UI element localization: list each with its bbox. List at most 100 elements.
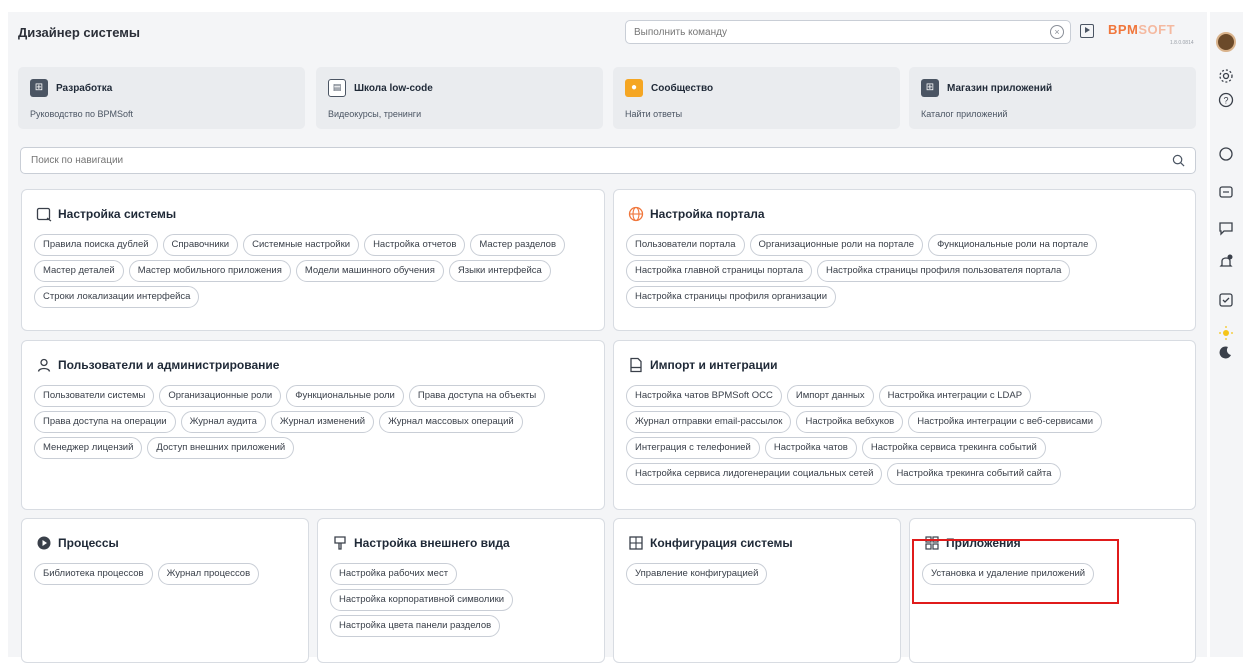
chip-link[interactable]: Функциональные роли на портале (928, 234, 1098, 256)
card-title: Конфигурация системы (650, 536, 793, 550)
card-configuration: Конфигурация системы Управление конфигур… (613, 518, 901, 663)
card-title: Импорт и интеграции (650, 358, 778, 372)
chip-link[interactable]: Системные настройки (243, 234, 360, 256)
window-icon (36, 207, 52, 222)
card-title: Настройка внешнего вида (354, 536, 510, 550)
user-icon (37, 358, 51, 372)
chip-link[interactable]: Настройка страницы профиля пользователя … (817, 260, 1071, 282)
chip-link[interactable]: Журнал аудита (180, 411, 266, 433)
navigation-search[interactable] (20, 147, 1196, 174)
chip-link[interactable]: Настройка сервиса лидогенерации социальн… (626, 463, 883, 485)
chip-link[interactable]: Настройка трекинга событий сайта (887, 463, 1061, 485)
card-processes: Процессы Библиотека процессов Журнал про… (21, 518, 309, 663)
chip-link[interactable]: Правила поиска дублей (34, 234, 158, 256)
chip-link[interactable]: Пользователи портала (626, 234, 745, 256)
chip-link[interactable]: Настройка страницы профиля организации (626, 286, 837, 308)
chip-link[interactable]: Журнал изменений (270, 411, 375, 433)
chip-link[interactable]: Доступ внешних приложений (147, 437, 295, 459)
chip-link[interactable]: Настройка корпоративной символики (330, 589, 514, 611)
chat-icon[interactable] (1218, 146, 1234, 162)
chip-link[interactable]: Библиотека процессов (34, 563, 153, 585)
chip-link[interactable]: Настройка интеграции с LDAP (878, 385, 1032, 407)
chip-list: Настройка рабочих мест Настройка корпора… (330, 563, 592, 637)
highlight-box (912, 539, 1119, 604)
chip-link[interactable]: Журнал массовых операций (379, 411, 523, 433)
mail-icon[interactable] (1218, 184, 1234, 200)
chip-link[interactable]: Модели машинного обучения (295, 260, 444, 282)
card-title: Пользователи и администрирование (58, 358, 280, 372)
command-box[interactable]: × (625, 20, 1071, 44)
navigation-search-input[interactable] (21, 148, 1151, 173)
dev-icon: ⊞ (30, 79, 48, 97)
card-title: Настройка портала (650, 207, 765, 221)
moon-icon[interactable] (1218, 344, 1234, 360)
page-title: Дизайнер системы (18, 25, 140, 40)
chip-list: Управление конфигурацией (626, 563, 888, 585)
chip-link[interactable]: Настройка рабочих мест (330, 563, 458, 585)
quick-card-subtitle: Каталог приложений (921, 109, 1008, 119)
chip-list: Библиотека процессов Журнал процессов (34, 563, 296, 585)
clear-icon[interactable]: × (1050, 25, 1064, 39)
chip-link[interactable]: Строки локализации интерфейса (34, 286, 200, 308)
chip-link[interactable]: Настройка главной страницы портала (626, 260, 812, 282)
chip-link[interactable]: Журнал процессов (157, 563, 260, 585)
bell-icon[interactable] (1218, 254, 1234, 270)
chip-list: Настройка чатов BPMSoft OCC Импорт данны… (626, 385, 1183, 485)
header: Дизайнер системы × BPMSOFT 1.8.0.0814 (8, 12, 1207, 56)
bpmsoft-logo: BPMSOFT (1108, 22, 1176, 37)
sun-icon[interactable] (1218, 325, 1234, 341)
chip-link[interactable]: Настройка отчетов (364, 234, 466, 256)
quick-card-development[interactable]: ⊞ Разработка Руководство по BPMSoft (18, 67, 305, 129)
run-command-icon[interactable] (1080, 24, 1094, 38)
chip-link[interactable]: Права доступа на объекты (408, 385, 546, 407)
chip-link[interactable]: Управление конфигурацией (626, 563, 768, 585)
chip-link[interactable]: Импорт данных (786, 385, 874, 407)
avatar[interactable] (1216, 32, 1236, 52)
card-appearance: Настройка внешнего вида Настройка рабочи… (317, 518, 605, 663)
chip-link[interactable]: Настройка чатов BPMSoft OCC (626, 385, 782, 407)
community-icon: ● (625, 79, 643, 97)
quick-card-subtitle: Руководство по BPMSoft (30, 109, 133, 119)
chip-link[interactable]: Настройка чатов (764, 437, 857, 459)
command-input[interactable] (626, 21, 1026, 43)
quick-card-title: Разработка (56, 83, 113, 94)
chip-link[interactable]: Права доступа на операции (34, 411, 176, 433)
chip-link[interactable]: Функциональные роли (286, 385, 404, 407)
chip-link[interactable]: Организационные роли (159, 385, 282, 407)
gear-icon[interactable] (1218, 68, 1234, 84)
chip-link[interactable]: Организационные роли на портале (749, 234, 924, 256)
tasks-icon[interactable] (1218, 292, 1234, 308)
right-sidebar: ? (1210, 12, 1243, 657)
chip-link[interactable]: Интеграция с телефонией (626, 437, 760, 459)
chip-link[interactable]: Языки интерфейса (448, 260, 551, 282)
chip-list: Пользователи системы Организационные рол… (34, 385, 592, 459)
chip-link[interactable]: Мастер деталей (34, 260, 124, 282)
card-import-integrations: Импорт и интеграции Настройка чатов BPMS… (613, 340, 1196, 510)
play-circle-icon (37, 536, 51, 550)
grid-icon (629, 536, 643, 550)
chip-link[interactable]: Менеджер лицензий (34, 437, 143, 459)
quick-card-school[interactable]: ▤ Школа low-code Видеокурсы, тренинги (316, 67, 603, 129)
quick-card-community[interactable]: ● Сообщество Найти ответы (613, 67, 900, 129)
chip-link[interactable]: Настройка вебхуков (796, 411, 904, 433)
chip-link[interactable]: Настройка цвета панели разделов (330, 615, 501, 637)
card-portal-settings: Настройка портала Пользователи портала О… (613, 189, 1196, 331)
quick-card-subtitle: Найти ответы (625, 109, 683, 119)
message-icon[interactable] (1218, 220, 1234, 236)
chip-list: Правила поиска дублей Справочники Систем… (34, 234, 592, 308)
chip-link[interactable]: Пользователи системы (34, 385, 155, 407)
quick-card-title: Школа low-code (354, 83, 433, 94)
help-icon[interactable]: ? (1218, 92, 1234, 108)
card-title: Настройка системы (58, 207, 177, 221)
import-icon (630, 357, 642, 373)
app-frame: Дизайнер системы × BPMSOFT 1.8.0.0814 ⊞ … (0, 0, 1243, 663)
version-label: 1.8.0.0814 (1170, 40, 1194, 46)
chip-link[interactable]: Мастер разделов (470, 234, 565, 256)
quick-card-store[interactable]: ⊞ Магазин приложений Каталог приложений (909, 67, 1196, 129)
chip-link[interactable]: Справочники (162, 234, 239, 256)
chip-link[interactable]: Настройка сервиса трекинга событий (861, 437, 1046, 459)
chip-link[interactable]: Журнал отправки email-рассылок (626, 411, 792, 433)
chip-link[interactable]: Мастер мобильного приложения (128, 260, 291, 282)
search-icon[interactable] (1172, 154, 1185, 167)
chip-link[interactable]: Настройка интеграции с веб-сервисами (908, 411, 1103, 433)
